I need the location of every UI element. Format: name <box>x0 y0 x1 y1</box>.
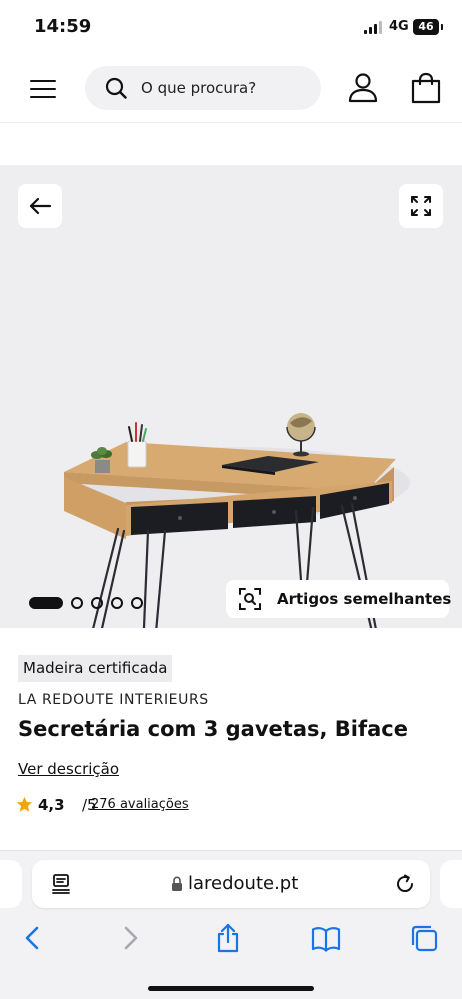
certification-badge: Madeira certificada <box>18 655 173 682</box>
product-title: Secretária com 3 gavetas, Biface <box>18 717 408 741</box>
search-input[interactable]: O que procura? <box>85 66 321 110</box>
reviews-link[interactable]: 276 avaliações <box>91 797 189 812</box>
carousel-dot-active[interactable] <box>29 597 63 609</box>
rating-value: 4,3 <box>38 796 65 814</box>
back-button[interactable] <box>18 184 62 228</box>
next-tab-preview[interactable] <box>440 860 462 908</box>
hamburger-menu-icon[interactable] <box>30 76 58 102</box>
carousel-dot[interactable] <box>71 597 83 609</box>
site-header: O que procura? <box>0 56 462 122</box>
forward-icon[interactable] <box>114 923 146 953</box>
search-placeholder: O que procura? <box>141 79 257 97</box>
previous-tab-preview[interactable] <box>0 860 22 908</box>
back-icon[interactable] <box>17 923 49 953</box>
browser-toolbar: laredoute.pt <box>0 850 462 999</box>
reader-mode-icon[interactable] <box>50 873 72 895</box>
view-description-link[interactable]: Ver descrição <box>18 760 119 778</box>
home-indicator <box>148 986 314 991</box>
similar-items-label: Artigos semelhantes <box>277 590 452 608</box>
status-time: 14:59 <box>34 16 92 37</box>
shopping-bag-icon[interactable] <box>410 72 442 104</box>
reload-icon[interactable] <box>394 873 416 895</box>
battery-cap <box>441 24 443 30</box>
fullscreen-button[interactable] <box>399 184 443 228</box>
star-icon <box>16 796 33 812</box>
arrow-left-icon <box>29 197 52 215</box>
product-image-carousel[interactable]: Artigos semelhantes <box>0 165 462 628</box>
user-icon[interactable] <box>347 72 379 104</box>
share-icon[interactable] <box>212 923 244 953</box>
visual-search-icon <box>239 588 261 610</box>
carousel-dot[interactable] <box>111 597 123 609</box>
product-rating: 4,3 /5 276 avaliações <box>16 795 316 815</box>
bookmarks-icon[interactable] <box>310 923 342 953</box>
battery-level: 46 <box>418 20 434 33</box>
product-brand[interactable]: LA REDOUTE INTERIEURS <box>18 692 209 708</box>
url-text[interactable]: laredoute.pt <box>188 873 298 894</box>
product-photo[interactable] <box>0 165 462 628</box>
carousel-dot[interactable] <box>131 597 143 609</box>
signal-icon <box>364 21 384 34</box>
battery-icon: 46 <box>413 19 439 35</box>
status-bar: 14:59 4G 46 <box>0 0 462 56</box>
header-divider <box>0 122 462 123</box>
search-icon <box>105 77 127 99</box>
address-bar[interactable]: laredoute.pt <box>32 860 430 908</box>
similar-items-button[interactable]: Artigos semelhantes <box>226 580 452 618</box>
lock-icon <box>172 876 182 891</box>
network-label: 4G <box>389 19 409 34</box>
tabs-icon[interactable] <box>408 923 440 953</box>
carousel-dot[interactable] <box>91 597 103 609</box>
expand-icon <box>411 196 431 216</box>
